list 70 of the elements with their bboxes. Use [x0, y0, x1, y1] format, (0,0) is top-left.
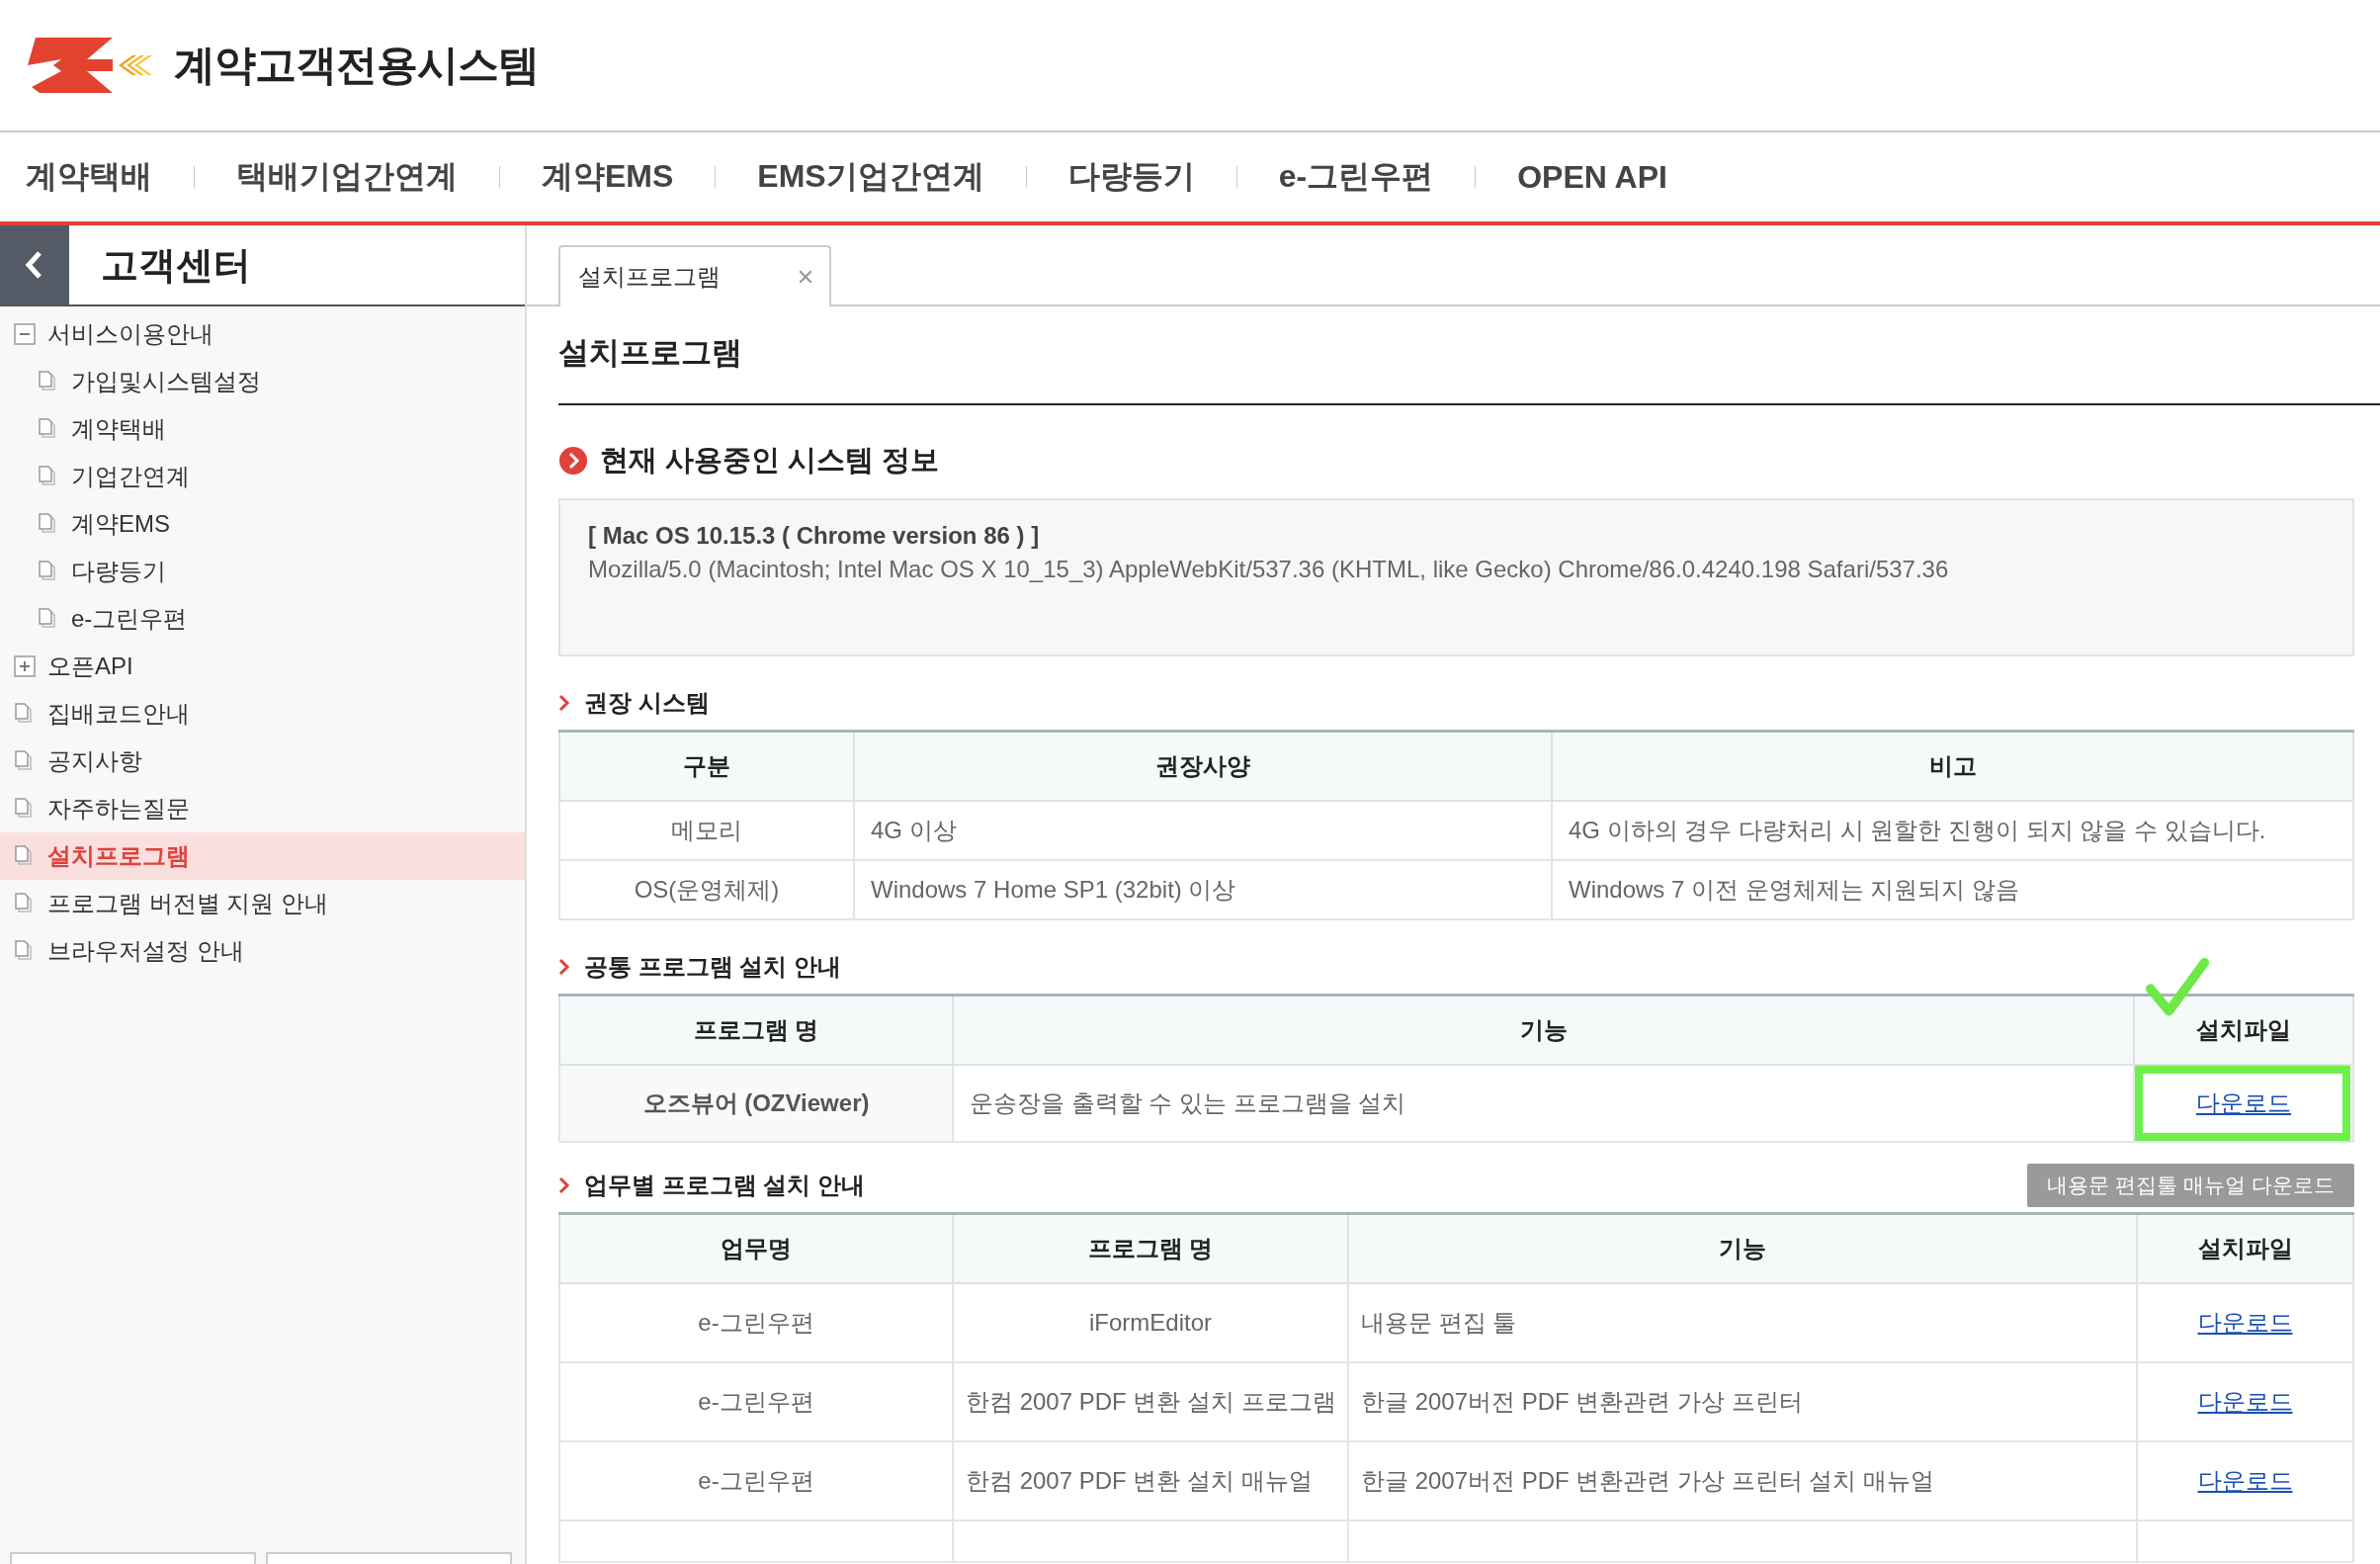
table-cell: 내용문 편집 툴	[1348, 1283, 2137, 1362]
table-cell: Windows 7 Home SP1 (32bit) 이상	[854, 860, 1552, 919]
table-cell: 오즈뷰어 (OZViewer)	[559, 1065, 953, 1142]
tab[interactable]: 설치프로그램	[558, 245, 831, 306]
sidebar-item[interactable]: 다량등기	[0, 548, 525, 595]
collapse-icon[interactable]	[14, 323, 36, 345]
table-cell: 한글 2007버전 PDF 변환관련 가상 프린터	[1348, 1362, 2137, 1441]
column-header: 권장사양	[854, 731, 1552, 801]
table-cell: 한컴 2007 PDF 변환 설치 프로그램	[953, 1362, 1348, 1441]
nav-item[interactable]: 계약EMS	[542, 155, 674, 199]
user-agent-text: Mozilla/5.0 (Macintosh; Intel Mac OS X 10_15_3) AppleWebKit/537.36 (KHTML, like Gecko) Chrome/86.0.4240.198 Safari/537.36	[588, 556, 1950, 583]
chevron-icon	[558, 958, 570, 976]
expand-icon[interactable]	[14, 655, 36, 677]
column-header: 구분	[559, 731, 854, 801]
logo-text: 계약고객전용시스템	[174, 41, 539, 90]
sidebar-item[interactable]: 프로그램 버전별 지원 안내	[0, 880, 525, 927]
sidebar-title: 고객센터	[101, 242, 251, 288]
table-cell: 4G 이하의 경우 다량처리 시 원할한 진행이 되지 않을 수 있습니다.	[1552, 801, 2353, 860]
close-icon[interactable]	[798, 269, 813, 285]
table-cell: 운송장을 출력할 수 있는 프로그램을 설치	[953, 1065, 2134, 1142]
section-heading: 현재 사용중인 시스템 정보	[600, 443, 940, 478]
chevron-icon	[558, 1176, 570, 1194]
sidebar-item[interactable]: 자주하는질문	[0, 785, 525, 832]
table-cell: 메모리	[559, 801, 854, 860]
table-cell: e-그린우편	[559, 1362, 953, 1441]
system-summary: [ Mac OS 10.15.3 ( Chrome version 86 ) ]	[588, 522, 1041, 550]
download-link[interactable]: 다운로드	[2197, 1467, 2293, 1494]
download-link[interactable]: 다운로드	[2197, 1309, 2293, 1336]
subsection-heading: 공통 프로그램 설치 안내	[584, 952, 841, 982]
sidebar-item[interactable]: 오픈API	[0, 643, 525, 690]
nav-item[interactable]: OPEN API	[1517, 158, 1667, 196]
nav-item[interactable]: EMS기업간연계	[757, 155, 984, 199]
table-cell: e-그린우편	[559, 1441, 953, 1521]
column-header: 기능	[1348, 1213, 2137, 1283]
nav-item[interactable]: 다량등기	[1067, 155, 1195, 199]
table-cell: 한컴 2007 PDF 변환 설치 매뉴얼	[953, 1441, 1348, 1521]
download-link[interactable]: 다운로드	[2196, 1089, 2291, 1116]
sidebar-item[interactable]: 기업간연계	[0, 453, 525, 500]
column-header: 설치파일	[2137, 1213, 2353, 1283]
chevron-circle-icon	[558, 446, 588, 476]
back-button[interactable]	[0, 225, 69, 304]
table-cell: iFormEditor	[953, 1283, 1348, 1362]
table-cell: e-그린우편	[559, 1283, 953, 1362]
column-header: 업무명	[559, 1213, 953, 1283]
subsection-heading: 권장 시스템	[584, 688, 710, 718]
sidebar-item[interactable]: 계약EMS	[0, 500, 525, 548]
nav-item[interactable]: 택배기업간연계	[236, 155, 458, 199]
nav-item[interactable]: 계약택배	[26, 155, 152, 199]
chevron-left-icon	[25, 250, 44, 280]
sidebar-item[interactable]: 서비스이용안내	[0, 310, 525, 358]
page-title: 설치프로그램	[558, 334, 743, 372]
subsection-heading: 업무별 프로그램 설치 안내	[584, 1171, 865, 1200]
sidebar-item[interactable]: 계약택배	[0, 405, 525, 453]
column-header: 기능	[953, 995, 2134, 1065]
chevron-icon	[558, 694, 570, 712]
column-header: 비고	[1552, 731, 2353, 801]
column-header: 프로그램 명	[953, 1213, 1348, 1283]
sidebar-item[interactable]: 가입및시스템설정	[0, 358, 525, 405]
sidebar-item[interactable]: e-그린우편	[0, 595, 525, 643]
sidebar-item[interactable]: 공지사항	[0, 738, 525, 785]
column-header: 프로그램 명	[559, 995, 953, 1065]
table-cell: OS(운영체제)	[559, 860, 854, 919]
table-cell: 4G 이상	[854, 801, 1552, 860]
sidebar-item[interactable]: 집배코드안내	[0, 690, 525, 738]
sidebar-item[interactable]: 브라우저설정 안내	[0, 927, 525, 975]
nav-item[interactable]: e-그린우편	[1278, 155, 1434, 199]
column-header: 설치파일	[2134, 995, 2353, 1065]
table-cell: Windows 7 이전 운영체제는 지원되지 않음	[1552, 860, 2353, 919]
table-cell: 한글 2007버전 PDF 변환관련 가상 프린터 설치 매뉴얼	[1348, 1441, 2137, 1521]
download-link[interactable]: 다운로드	[2197, 1388, 2293, 1415]
